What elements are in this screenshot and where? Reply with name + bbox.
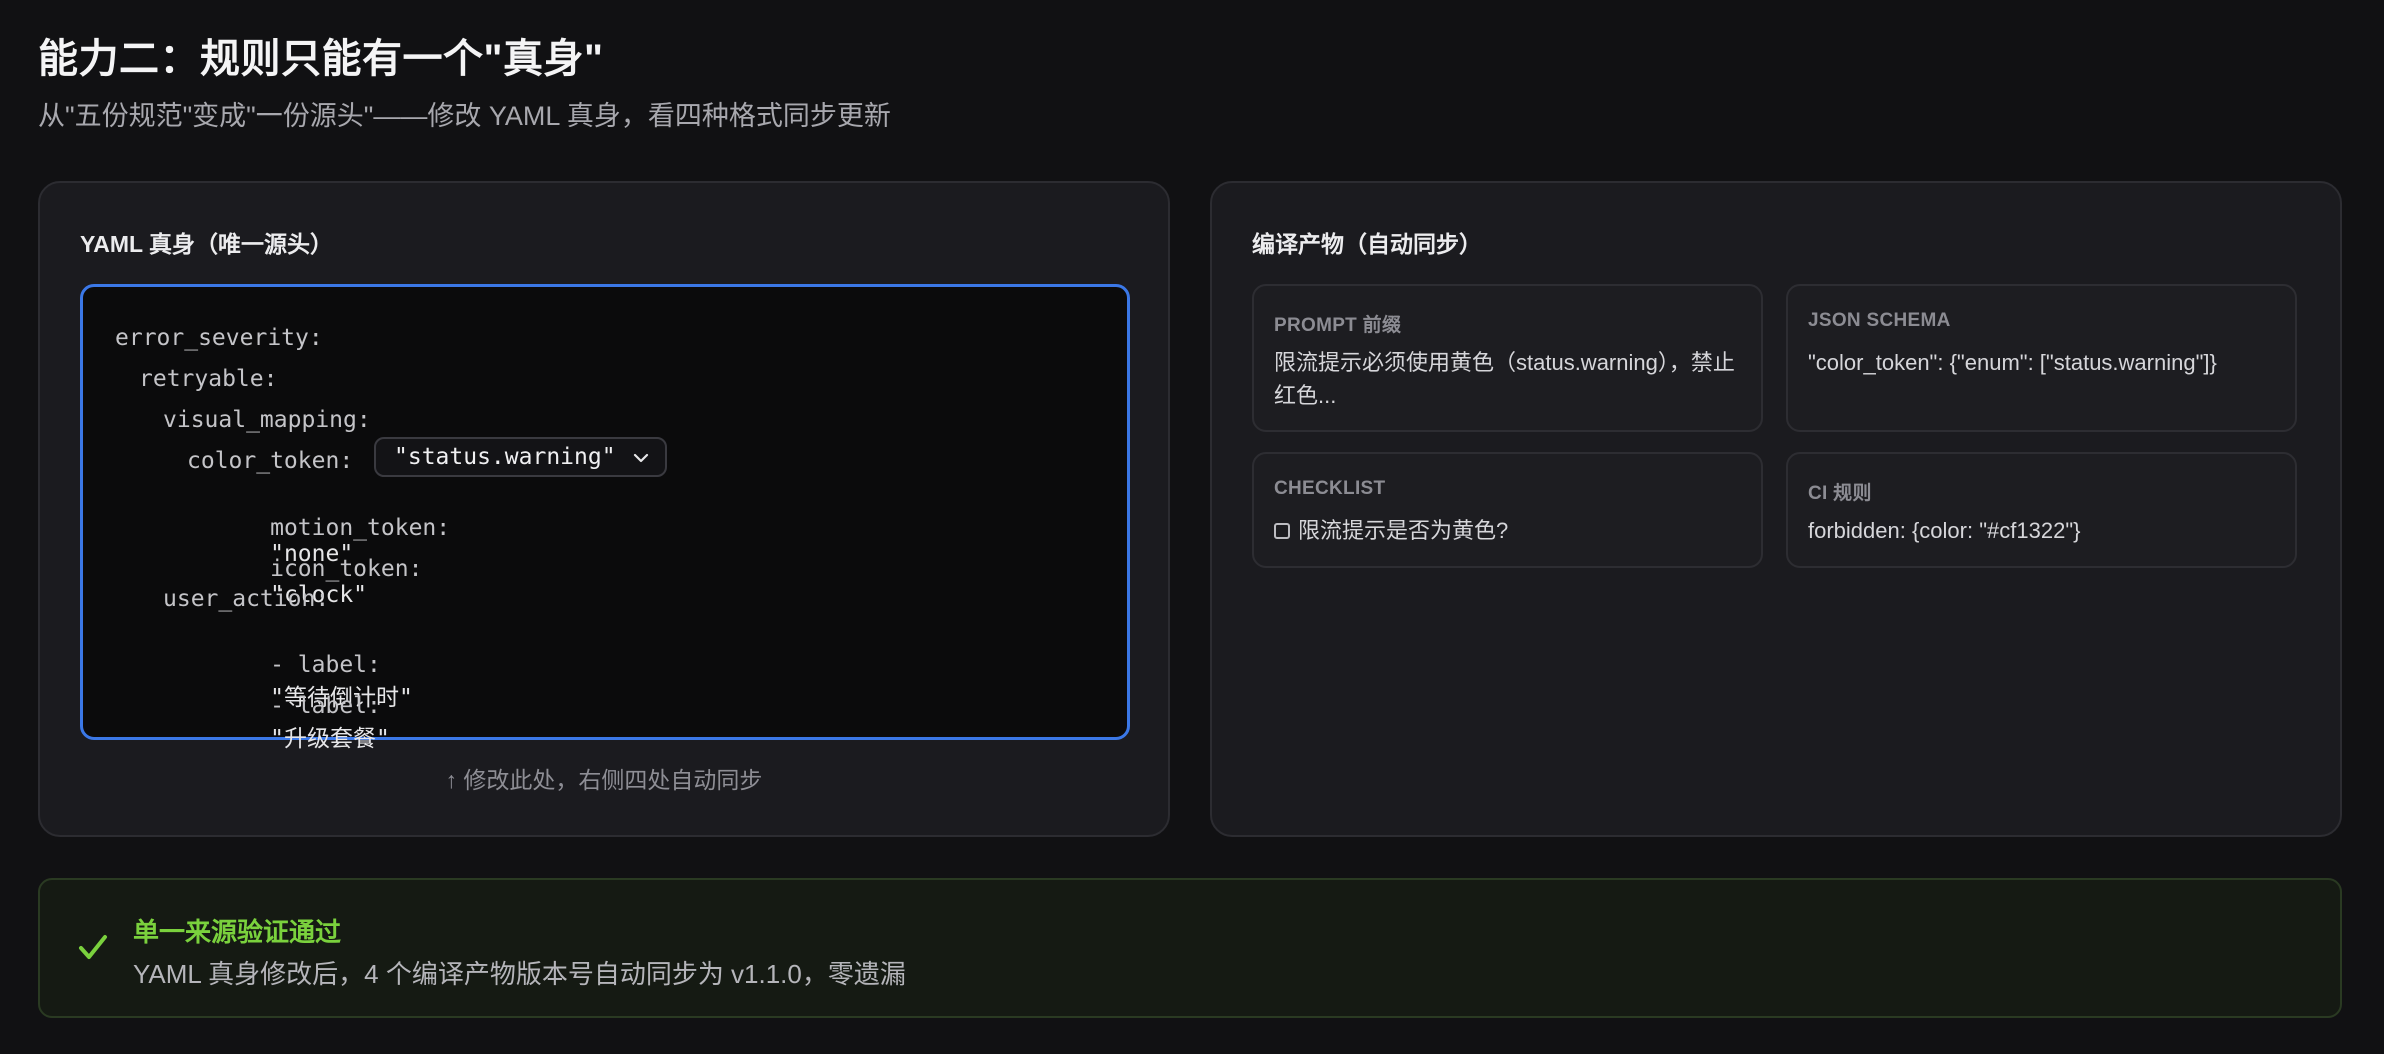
- yaml-editor[interactable]: error_severity: retryable: visual_mappin…: [80, 284, 1130, 752]
- check-icon: [79, 935, 107, 959]
- validation-status-bar: 单一来源验证通过 YAML 真身修改后，4 个编译产物版本号自动同步为 v1.1…: [38, 878, 2342, 1018]
- card-label: CI 规则: [1808, 483, 1872, 504]
- checkbox-icon: [1274, 523, 1290, 539]
- page-subtitle: 从"五份规范"变成"一份源头"——修改 YAML 真身，看四种格式同步更新: [38, 101, 891, 131]
- checklist-item: 限流提示是否为黄色?: [1274, 514, 1741, 547]
- yaml-root-key: error_severity:: [115, 325, 323, 351]
- yaml-panel-title: YAML 真身（唯一源头）: [80, 231, 334, 257]
- ci-rule-card: CI 规则 forbidden: {color: "#cf1322"}: [1786, 452, 2297, 568]
- edit-hint: ↑ 修改此处，右侧四处自动同步: [445, 767, 763, 793]
- json-schema-card: JSON SCHEMA "color_token": {"enum": ["st…: [1786, 284, 2297, 432]
- yaml-action-prefix: - label:: [270, 693, 381, 719]
- card-label: JSON SCHEMA: [1808, 310, 1951, 331]
- status-description: YAML 真身修改后，4 个编译产物版本号自动同步为 v1.1.0，零遗漏: [133, 959, 906, 989]
- page-title: 能力二：规则只能有一个"真身": [38, 37, 604, 81]
- output-panel-title: 编译产物（自动同步）: [1252, 231, 1482, 257]
- color-token-select[interactable]: "status.warning": [374, 437, 667, 477]
- card-value: 限流提示必须使用黄色（status.warning），禁止红色...: [1274, 350, 1735, 408]
- prompt-prefix-card: PROMPT 前缀 限流提示必须使用黄色（status.warning），禁止红…: [1252, 284, 1763, 432]
- yaml-visual-mapping-key: visual_mapping:: [163, 407, 371, 433]
- chevron-down-icon: [633, 453, 649, 463]
- yaml-source-panel: YAML 真身（唯一源头） error_severity: retryable:…: [38, 181, 1170, 837]
- compiled-output-panel: 编译产物（自动同步） PROMPT 前缀 限流提示必须使用黄色（status.w…: [1210, 181, 2342, 837]
- card-value: forbidden: {color: "#cf1322"}: [1808, 518, 2081, 543]
- card-label: PROMPT 前缀: [1274, 315, 1402, 336]
- yaml-icon-token-line: icon_token: "clock": [187, 530, 422, 634]
- yaml-icon-token-key: icon_token:: [270, 556, 423, 582]
- yaml-color-token-key: color_token:: [187, 448, 354, 474]
- checklist-card: CHECKLIST 限流提示是否为黄色?: [1252, 452, 1763, 568]
- yaml-retryable-key: retryable:: [139, 366, 278, 392]
- checklist-item-text: 限流提示是否为黄色?: [1298, 518, 1509, 543]
- yaml-user-action-key: user_action:: [163, 586, 330, 612]
- card-value: "color_token": {"enum": ["status.warning…: [1808, 350, 2217, 375]
- color-token-selected-value: "status.warning": [394, 444, 616, 470]
- card-label: CHECKLIST: [1274, 478, 1386, 499]
- status-title: 单一来源验证通过: [133, 917, 342, 947]
- yaml-action-label: "升级套餐": [270, 726, 390, 752]
